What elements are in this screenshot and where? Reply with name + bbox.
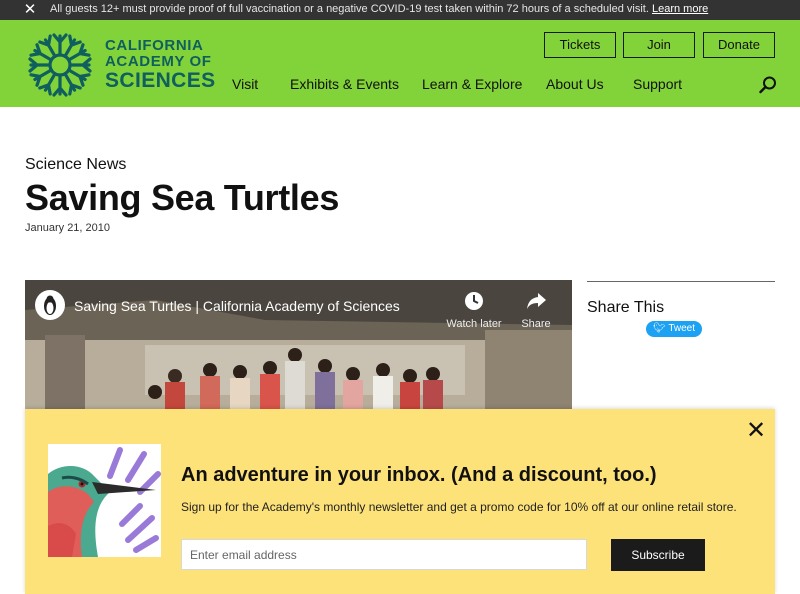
alert-text: All guests 12+ must provide proof of ful…: [50, 3, 649, 15]
nav-learn-explore[interactable]: Learn & Explore: [422, 76, 522, 92]
newsletter-popup: ✕ An adventure in your inbox. (And a dis…: [25, 409, 775, 594]
logo-line-1: CALIFORNIA: [105, 37, 204, 54]
watch-later-button[interactable]: Watch later: [446, 290, 502, 330]
nav-exhibits-events[interactable]: Exhibits & Events: [290, 76, 399, 92]
nav-about-us[interactable]: About Us: [546, 76, 604, 92]
covid-alert-bar: ✕ All guests 12+ must provide proof of f…: [0, 0, 800, 20]
share-this-heading: Share This: [587, 299, 665, 316]
article-date: January 21, 2010: [25, 222, 111, 234]
email-field[interactable]: [181, 539, 587, 570]
nav-visit[interactable]: Visit: [232, 76, 258, 92]
starburst-logo-icon: [28, 33, 92, 97]
bee-eater-bird-image: [48, 447, 161, 557]
share-video-button[interactable]: Share: [518, 290, 554, 330]
newsletter-description: Sign up for the Academy's monthly newsle…: [181, 500, 737, 514]
clock-icon: [465, 292, 483, 310]
learn-more-link[interactable]: Learn more: [652, 3, 708, 15]
site-header: CALIFORNIA ACADEMY OF SCIENCES Tickets J…: [0, 20, 800, 107]
share-divider: [587, 281, 775, 282]
logo-line-3: SCIENCES: [105, 69, 216, 92]
search-icon[interactable]: [758, 75, 778, 95]
channel-avatar[interactable]: [35, 290, 65, 320]
logo-wordmark: CALIFORNIA ACADEMY OF SCIENCES: [105, 38, 216, 91]
video-title[interactable]: Saving Sea Turtles | California Academy …: [74, 298, 400, 314]
tickets-button[interactable]: Tickets: [544, 32, 616, 58]
newsletter-heading: An adventure in your inbox. (And a disco…: [181, 464, 657, 486]
academy-logo[interactable]: CALIFORNIA ACADEMY OF SCIENCES: [25, 30, 215, 100]
close-alert-icon[interactable]: ✕: [22, 0, 38, 20]
join-button[interactable]: Join: [623, 32, 695, 58]
share-arrow-icon: [527, 293, 546, 309]
logo-line-2: ACADEMY OF: [105, 53, 212, 70]
share-label: Share: [521, 318, 551, 330]
subscribe-button[interactable]: Subscribe: [611, 539, 705, 571]
penguin-avatar-icon: [44, 295, 56, 315]
watch-later-label: Watch later: [446, 318, 502, 330]
nav-support[interactable]: Support: [633, 76, 682, 92]
bird-illustration: [48, 444, 161, 557]
close-popup-icon[interactable]: ✕: [744, 419, 768, 443]
twitter-bird-icon: 🐦︎: [653, 323, 666, 334]
tweet-button[interactable]: 🐦︎ Tweet: [646, 321, 702, 337]
youtube-video-player[interactable]: Saving Sea Turtles | California Academy …: [25, 280, 572, 410]
alert-message: All guests 12+ must provide proof of ful…: [50, 3, 708, 15]
page-title: Saving Sea Turtles: [25, 177, 340, 218]
article-category[interactable]: Science News: [25, 156, 126, 174]
donate-button[interactable]: Donate: [703, 32, 775, 58]
tweet-label: Tweet: [668, 323, 695, 334]
